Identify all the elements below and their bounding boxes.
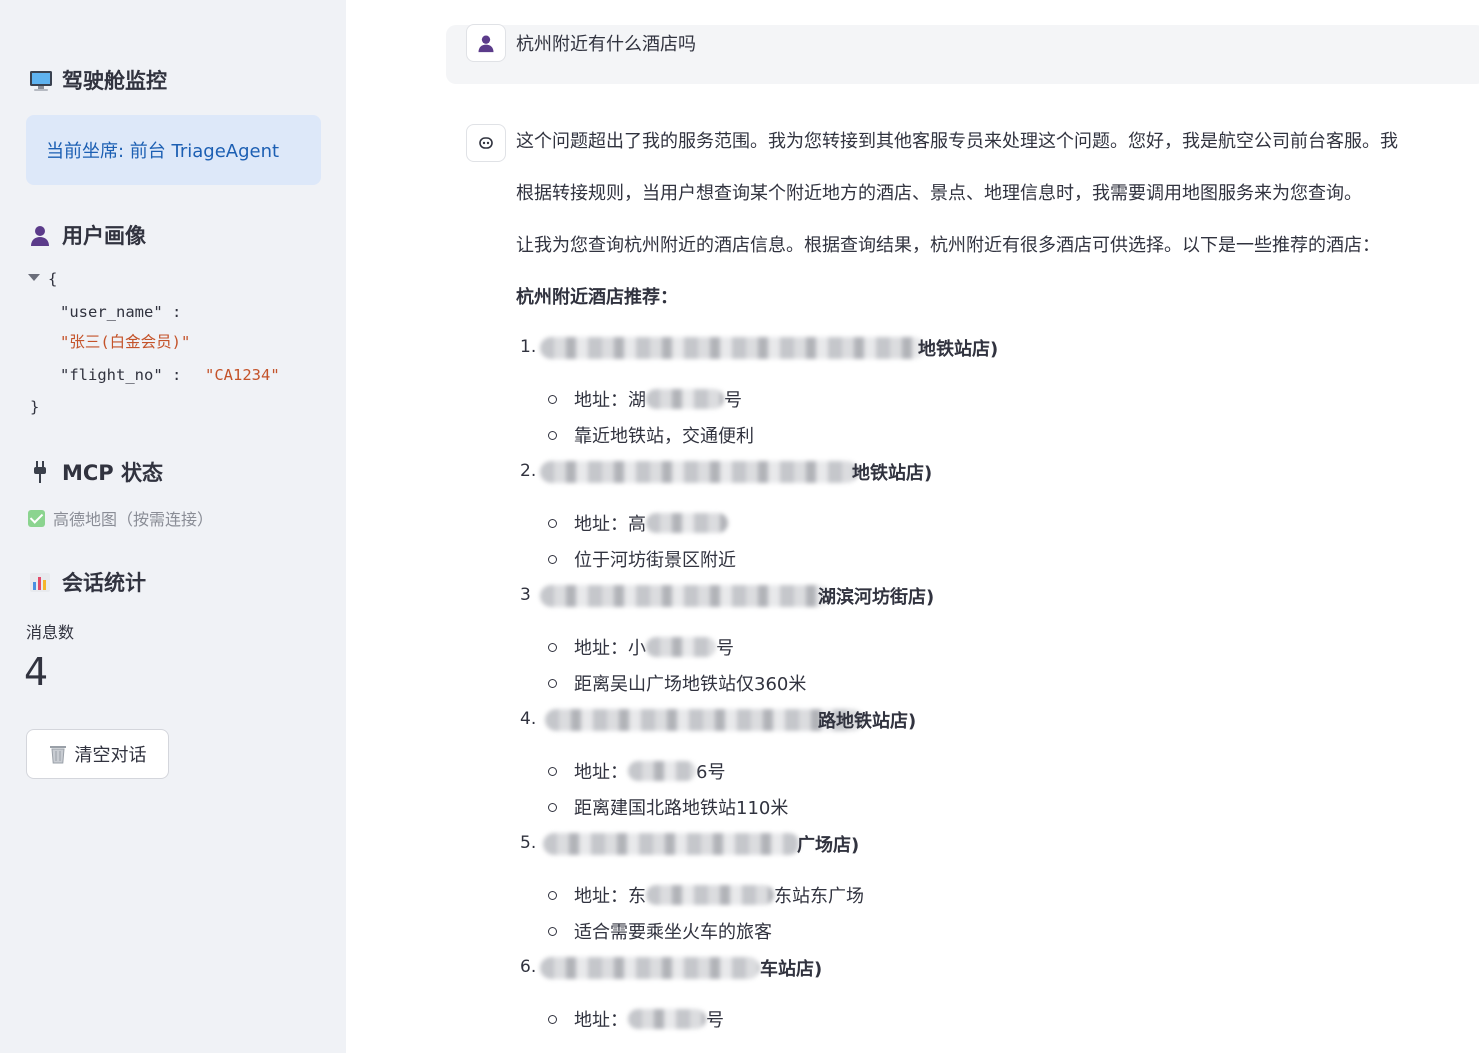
redacted-hotel-name [543, 833, 800, 855]
redacted-address [646, 513, 728, 533]
user-avatar-icon [466, 24, 506, 62]
json-close-brace: } [30, 398, 40, 416]
hotel-name-tail: 路地铁站店) [818, 711, 917, 732]
json-open-brace: { [48, 270, 58, 288]
hotel-address-suffix: 号 [706, 1010, 724, 1031]
hotel-note: 适合需要乘坐火车的旅客 [574, 922, 772, 943]
mcp-heading: MCP 状态 [28, 457, 163, 487]
assistant-paragraph-3: 让我为您查询杭州附近的酒店信息。根据查询结果，杭州附近有很多酒店可供选择。以下是… [516, 235, 1380, 256]
redacted-address [646, 885, 774, 905]
assistant-paragraph-1: 这个问题超出了我的服务范围。我为您转接到其他客服专员来处理这个问题。您好，我是航… [516, 131, 1398, 152]
json-value-user-name: "张三(白金会员)" [60, 333, 191, 351]
monitor-icon [28, 68, 52, 92]
hotel-address-prefix: 地址： [574, 762, 628, 783]
redacted-address [646, 389, 724, 409]
hotel-number: 5. [520, 833, 537, 853]
redacted-address [646, 637, 716, 657]
hotel-address-suffix: 东站东广场 [774, 886, 864, 907]
check-icon [28, 509, 45, 527]
hotel-note-item: 距离吴山广场地铁站仅360米 [548, 670, 806, 696]
bullet-icon [548, 394, 557, 404]
bullet-icon [548, 554, 557, 564]
assistant-paragraph-2: 根据转接规则，当用户想查询某个附近地方的酒店、景点、地理信息时，我需要调用地图服… [516, 183, 1362, 204]
hotel-address-item: 地址：东 东站东广场 [548, 882, 864, 908]
hotel-note: 距离建国北路地铁站110米 [574, 798, 789, 819]
json-key-flight-no: "flight_no" : [60, 366, 182, 384]
hotel-address-item: 地址： 6号 [548, 758, 725, 784]
hotel-note-item: 靠近地铁站，交通便利 [548, 422, 754, 448]
hotel-name-tail: 广场店) [797, 835, 860, 856]
bullet-icon [548, 678, 557, 688]
hotel-number: 4. [520, 709, 537, 729]
hotel-name-tail: 地铁站店) [918, 339, 999, 360]
hotel-address-prefix: 地址：高 [574, 514, 646, 535]
trash-icon [49, 744, 67, 764]
hotel-note: 距离吴山广场地铁站仅360米 [574, 674, 807, 695]
hotel-address-item: 地址：高 [548, 510, 728, 536]
bullet-icon [548, 1014, 557, 1024]
metric-value: 4 [24, 650, 49, 694]
mcp-status-text: 高德地图（按需连接） [53, 510, 214, 529]
hotel-address-suffix: 号 [724, 390, 742, 411]
hotel-address-prefix: 地址：东 [574, 886, 646, 907]
stats-heading: 会话统计 [28, 567, 146, 597]
hotel-address-item: 地址：湖 号 [548, 386, 742, 412]
sidebar-title-text: 驾驶舱监控 [62, 69, 167, 93]
hotel-number: 1. [520, 337, 537, 357]
json-value-flight-no: "CA1234" [205, 366, 280, 384]
bullet-icon [548, 926, 557, 936]
hotel-address-item: 地址： 号 [548, 1006, 724, 1032]
plug-icon [28, 460, 52, 484]
bullet-icon [548, 766, 557, 776]
bullet-icon [548, 430, 557, 440]
redacted-hotel-name [540, 585, 830, 607]
sidebar-title: 驾驶舱监控 [28, 65, 167, 95]
redacted-hotel-name [540, 957, 760, 979]
clear-chat-button[interactable]: 清空对话 [26, 729, 169, 779]
json-key-user-name: "user_name" : [60, 303, 182, 321]
hotel-number: 2. [520, 461, 537, 481]
user-message-text: 杭州附近有什么酒店吗 [516, 34, 696, 55]
hotel-note-item: 距离建国北路地铁站110米 [548, 794, 788, 820]
hotel-name-tail: 车站店) [760, 959, 823, 980]
redacted-address [628, 1009, 706, 1029]
hotel-number: 3 [520, 585, 531, 605]
redacted-address [628, 761, 696, 781]
hotel-note-item: 位于河坊街景区附近 [548, 546, 736, 572]
hotel-address-prefix: 地址：小 [574, 638, 646, 659]
user-icon [28, 223, 52, 247]
hotel-list-heading: 杭州附近酒店推荐： [516, 287, 678, 308]
bullet-icon [548, 642, 557, 652]
collapse-caret-icon[interactable] [28, 274, 40, 281]
profile-heading: 用户画像 [28, 220, 146, 250]
hotel-note: 靠近地铁站，交通便利 [574, 426, 754, 447]
hotel-address-suffix: 6号 [696, 762, 726, 783]
clear-chat-label: 清空对话 [74, 745, 147, 766]
mcp-status-item: 高德地图（按需连接） [28, 506, 213, 530]
bullet-icon [548, 802, 557, 812]
stats-heading-text: 会话统计 [62, 571, 146, 595]
bar-chart-icon [28, 570, 52, 594]
redacted-hotel-name [545, 709, 863, 731]
hotel-name-tail: 地铁站店) [852, 463, 933, 484]
redacted-hotel-name [540, 337, 925, 359]
hotel-note-item: 适合需要乘坐火车的旅客 [548, 918, 772, 944]
metric-label: 消息数 [26, 623, 75, 642]
profile-heading-text: 用户画像 [62, 224, 146, 248]
redacted-hotel-name [540, 461, 858, 483]
bullet-icon [548, 518, 557, 528]
hotel-address-prefix: 地址：湖 [574, 390, 646, 411]
mcp-heading-text: MCP 状态 [62, 461, 164, 485]
hotel-number: 6. [520, 957, 537, 977]
current-agent-banner: 当前坐席: 前台 TriageAgent [26, 115, 321, 185]
bullet-icon [548, 890, 557, 900]
sidebar: 驾驶舱监控 当前坐席: 前台 TriageAgent 用户画像 { "user_… [0, 0, 346, 1053]
hotel-address-suffix: 号 [716, 638, 734, 659]
assistant-avatar-icon [466, 124, 506, 162]
hotel-note: 位于河坊街景区附近 [574, 550, 736, 571]
hotel-address-prefix: 地址： [574, 1010, 628, 1031]
hotel-address-item: 地址：小 号 [548, 634, 734, 660]
hotel-name-tail: 湖滨河坊街店) [818, 587, 935, 608]
